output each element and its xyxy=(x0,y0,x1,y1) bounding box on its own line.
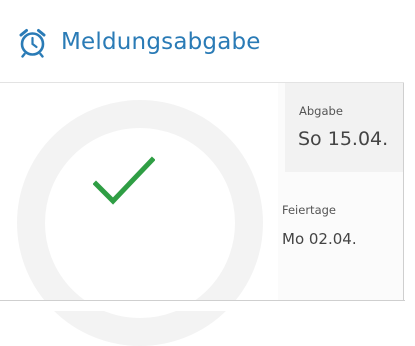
card-title: Meldungsabgabe xyxy=(61,29,261,55)
page-margin-bottom xyxy=(0,301,415,311)
card-header: Meldungsabgabe xyxy=(0,0,415,83)
alarm-clock-icon xyxy=(17,27,48,58)
meldungsabgabe-card: Meldungsabgabe Abgabe So 15.04. Feiertag… xyxy=(0,0,415,346)
submission-label: Abgabe xyxy=(299,104,343,118)
card-bottom-border xyxy=(0,300,405,301)
submission-date: So 15.04. xyxy=(298,128,389,150)
page-margin-right xyxy=(404,0,415,311)
checkmark-icon xyxy=(92,156,156,206)
holidays-label: Feiertage xyxy=(282,203,336,217)
card-right-border xyxy=(403,83,404,301)
submission-box: Abgabe So 15.04. xyxy=(285,83,403,172)
holidays-date: Mo 02.04. xyxy=(282,230,357,248)
